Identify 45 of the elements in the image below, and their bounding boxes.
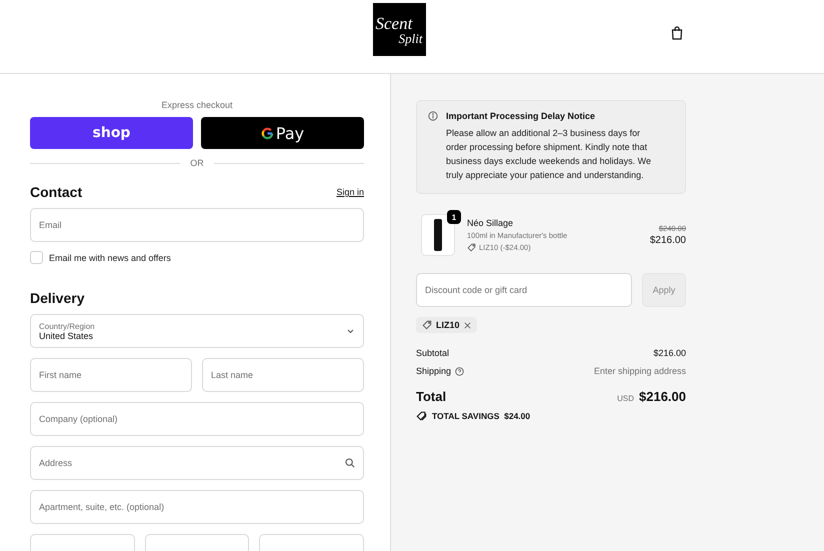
input-field[interactable]: First name [30,358,192,392]
shop-pay-button[interactable]: shop [30,117,193,149]
total-value: $216.00 [639,389,686,404]
delivery-heading: Delivery [30,290,86,306]
info-icon [428,111,438,121]
g-logo-icon [260,126,274,140]
summary-label: Shipping [416,366,464,376]
total-savings: TOTAL SAVINGS $24.00 [432,411,530,421]
chevron-down-icon [347,328,354,334]
notice-title: Important Processing Delay Notice [446,111,596,121]
country-value: United States [39,330,94,340]
discount-field[interactable]: Discount code or gift card [416,273,632,307]
input-field[interactable]: Email [30,208,364,242]
country-label: Country/Region [39,322,95,330]
currency-code: USD [617,394,634,403]
google-pay-button[interactable]: Pay [201,117,364,149]
total-label: Total [416,389,446,404]
help-icon [455,366,464,376]
product-name: Néo Sillage [467,218,514,228]
or-divider-label: OR [190,158,204,168]
tag-icon [422,320,432,330]
express-checkout-label: Express checkout [160,100,234,110]
product-price: $216.00 [650,235,686,246]
newsletter-label: Email me with news and offers [49,252,171,262]
shopping-bag-icon[interactable] [671,26,683,40]
input-field[interactable]: Address [30,446,364,480]
contact-heading: Contact [30,184,82,200]
tag-icon [467,243,476,252]
country-select[interactable]: Country/Region United States [30,314,364,348]
logo[interactable]: Scent Split [372,3,426,56]
tags-icon [416,411,427,421]
summary-label: Subtotal [416,348,450,358]
checkbox[interactable] [30,251,43,264]
summary-value: Enter shipping address [594,366,686,376]
input-field[interactable]: Apartment, suite, etc. (optional) [30,490,364,524]
quantity-badge: 1 [447,210,461,224]
discount-code: LIZ10 [436,320,460,330]
search-icon [345,458,355,468]
sign-in-link[interactable]: Sign in [336,187,364,197]
input-field[interactable]: Company (optional) [30,402,364,436]
input-field[interactable]: Last name [202,358,364,392]
notice-text: Please allow an additional 2–3 business days for order processing before shipment. Kindly note that business days exclude weekends and holidays. We truly appreciate your patience and understanding. [446,127,652,182]
summary-value: $216.00 [653,348,686,358]
close-icon[interactable] [464,322,471,328]
bottle-icon [434,219,442,251]
